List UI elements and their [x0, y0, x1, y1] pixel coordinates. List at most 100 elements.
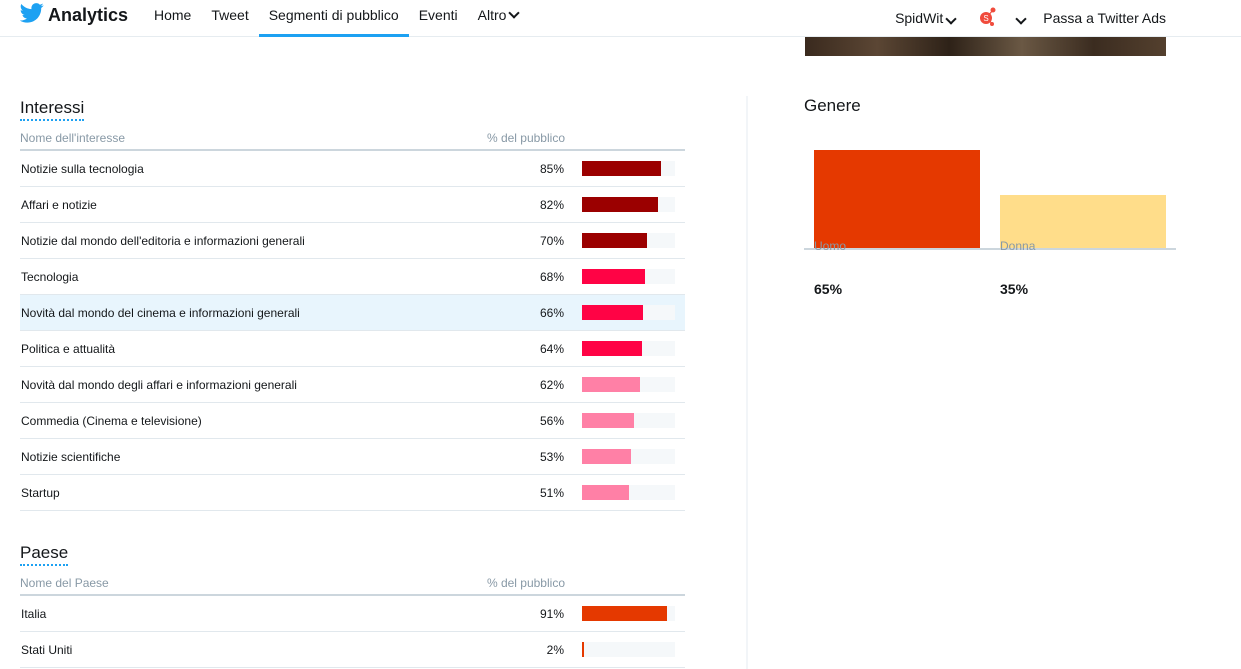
gender-section: Genere Uomo 65% Donna 35% [804, 96, 1176, 297]
interest-name-header: Nome dell'interesse [20, 131, 126, 145]
percentage-bar-fill [582, 341, 642, 356]
row-percentage: 53% [539, 449, 564, 464]
row-name: Startup [21, 485, 60, 500]
percentage-bar-fill [582, 305, 644, 320]
interests-title[interactable]: Interessi [20, 98, 85, 121]
countries-table-header: Nome del Paese % del pubblico [20, 572, 685, 596]
table-row[interactable]: Notizie sulla tecnologia 85% [20, 151, 685, 187]
percentage-bar-track [582, 233, 675, 248]
table-row[interactable]: Affari e notizie 82% [20, 187, 685, 223]
avatar-menu-chevron-icon[interactable] [1015, 13, 1027, 25]
row-name: Notizie sulla tecnologia [21, 161, 144, 176]
nav-more-dropdown[interactable]: Altro [468, 0, 529, 37]
row-name: Notizie scientifiche [21, 449, 121, 464]
percentage-bar-fill [582, 197, 659, 212]
percentage-bar-track [582, 341, 675, 356]
nav-tweet[interactable]: Tweet [201, 0, 258, 37]
row-name: Novità dal mondo del cinema e informazio… [21, 305, 300, 320]
nav-home[interactable]: Home [144, 0, 201, 37]
percentage-bar-track [582, 642, 675, 657]
nav-events-label: Eventi [418, 7, 458, 23]
percentage-bar-fill [582, 377, 640, 392]
row-name: Commedia (Cinema e televisione) [21, 413, 202, 428]
chevron-down-icon [508, 7, 521, 19]
table-row[interactable]: Tecnologia 68% [20, 259, 685, 295]
chevron-down-icon [945, 13, 957, 25]
top-navigation-bar: Analytics Home Tweet Segmenti di pubblic… [0, 0, 1241, 37]
gender-chart [804, 116, 1176, 250]
row-percentage: 66% [539, 305, 564, 320]
country-name-header: Nome del Paese [20, 576, 109, 590]
table-row[interactable]: Stati Uniti 2% [20, 632, 685, 668]
table-row[interactable]: Notizie dal mondo dell'editoria e inform… [20, 223, 685, 259]
interests-table-header: Nome dell'interesse % del pubblico [20, 127, 685, 151]
row-name: Affari e notizie [21, 197, 97, 212]
row-percentage: 62% [539, 377, 564, 392]
countries-section: Paese Nome del Paese % del pubblico Ital… [20, 543, 685, 668]
table-row[interactable]: Notizie scientifiche 53% [20, 439, 685, 475]
percentage-bar-fill [582, 485, 630, 500]
app-title: Analytics [48, 5, 129, 25]
gender-chart-axis [804, 248, 1176, 250]
row-percentage: 70% [539, 233, 564, 248]
gender-value: 35% [1000, 281, 1029, 297]
percentage-bar-fill [582, 449, 632, 464]
row-percentage: 91% [539, 606, 564, 621]
percentage-bar-track [582, 485, 675, 500]
avatar-icon[interactable]: S [979, 7, 1001, 29]
main-nav: Home Tweet Segmenti di pubblico Eventi A… [144, 0, 528, 37]
row-percentage: 2% [546, 642, 564, 657]
percentage-bar-track [582, 377, 675, 392]
nav-home-label: Home [154, 7, 192, 23]
account-name: SpidWit [895, 10, 944, 26]
account-nav: SpidWit S Passa a Twitter Ads [895, 7, 1166, 29]
row-percentage: 56% [539, 413, 564, 428]
percentage-bar-track [582, 449, 675, 464]
gender-bar-uomo [814, 150, 980, 248]
row-percentage: 82% [539, 197, 564, 212]
countries-title[interactable]: Paese [20, 543, 69, 566]
row-name: Stati Uniti [21, 642, 73, 657]
table-row[interactable]: Politica e attualità 64% [20, 331, 685, 367]
table-row[interactable]: Novità dal mondo del cinema e informazio… [20, 295, 685, 331]
table-row[interactable]: Startup 51% [20, 475, 685, 511]
row-name: Politica e attualità [21, 341, 116, 356]
analytics-logo[interactable]: Analytics [19, 3, 129, 28]
column-divider [746, 96, 748, 669]
nav-audience-segments-label: Segmenti di pubblico [268, 7, 399, 23]
percentage-bar-fill [582, 233, 648, 248]
percentage-bar-fill [582, 413, 635, 428]
row-name: Italia [21, 606, 47, 621]
audience-pct-header: % del pubblico [486, 131, 565, 145]
percentage-bar-track [582, 606, 675, 621]
percentage-bar-track [582, 197, 675, 212]
percentage-bar-track [582, 305, 675, 320]
twitter-ads-link[interactable]: Passa a Twitter Ads [1043, 10, 1166, 26]
gender-label: Uomo [814, 239, 847, 253]
row-name: Novità dal mondo degli affari e informaz… [21, 377, 297, 392]
gender-label: Donna [1000, 239, 1036, 253]
row-percentage: 85% [539, 161, 564, 176]
percentage-bar-fill [582, 642, 584, 657]
percentage-bar-fill [582, 161, 662, 176]
svg-text:S: S [984, 14, 989, 23]
nav-audience-segments[interactable]: Segmenti di pubblico [258, 0, 409, 37]
nav-tweet-label: Tweet [211, 7, 249, 23]
account-switcher[interactable]: SpidWit [895, 10, 957, 26]
nav-more-label: Altro [477, 7, 507, 23]
interests-table-body: Notizie sulla tecnologia 85% Affari e noti… [20, 151, 685, 511]
gender-title: Genere [804, 96, 861, 115]
percentage-bar-fill [582, 269, 646, 284]
percentage-bar-track [582, 413, 675, 428]
table-row[interactable]: Novità dal mondo degli affari e informaz… [20, 367, 685, 403]
cover-image [805, 37, 1166, 56]
nav-events[interactable]: Eventi [409, 0, 468, 37]
row-percentage: 64% [539, 341, 564, 356]
gender-value: 65% [814, 281, 843, 297]
countries-table-body: Italia 91% Stati Uniti 2% [20, 596, 685, 668]
table-row[interactable]: Commedia (Cinema e televisione) 56% [20, 403, 685, 439]
audience-pct-header: % del pubblico [486, 576, 565, 590]
table-row[interactable]: Italia 91% [20, 596, 685, 632]
row-name: Tecnologia [21, 269, 79, 284]
interests-section: Interessi Nome dell'interesse % del pubb… [20, 98, 685, 511]
